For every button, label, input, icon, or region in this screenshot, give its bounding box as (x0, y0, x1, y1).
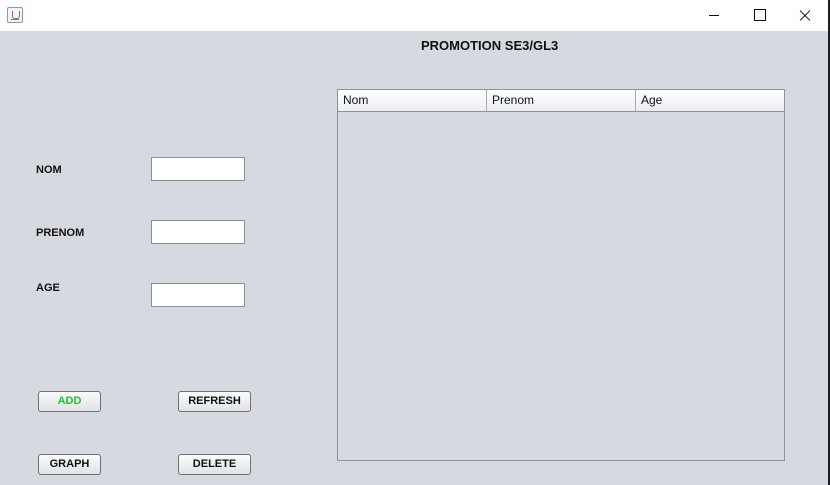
title-bar[interactable] (0, 0, 828, 31)
table-header: Nom Prenom Age (338, 90, 784, 112)
prenom-input[interactable] (151, 220, 245, 244)
minimize-button[interactable] (691, 0, 737, 31)
graph-button[interactable]: GRAPH (38, 454, 101, 475)
age-label: AGE (36, 282, 60, 294)
age-input[interactable] (151, 283, 245, 307)
delete-button[interactable]: DELETE (178, 454, 251, 475)
page-title: PROMOTION SE3/GL3 (421, 38, 559, 53)
prenom-label: PRENOM (36, 227, 85, 239)
maximize-button[interactable] (737, 0, 783, 31)
column-header-prenom[interactable]: Prenom (487, 90, 636, 111)
column-header-age[interactable]: Age (636, 90, 784, 111)
table-body[interactable] (338, 112, 784, 460)
nom-label: NOM (36, 164, 62, 176)
refresh-button[interactable]: REFRESH (178, 391, 251, 412)
close-button[interactable] (782, 0, 828, 31)
add-button[interactable]: ADD (38, 391, 101, 412)
java-app-icon (7, 7, 23, 23)
nom-input[interactable] (151, 157, 245, 181)
students-table[interactable]: Nom Prenom Age (337, 89, 785, 461)
app-window: PROMOTION SE3/GL3 NOM PRENOM AGE ADD REF… (0, 0, 830, 485)
column-header-nom[interactable]: Nom (338, 90, 487, 111)
